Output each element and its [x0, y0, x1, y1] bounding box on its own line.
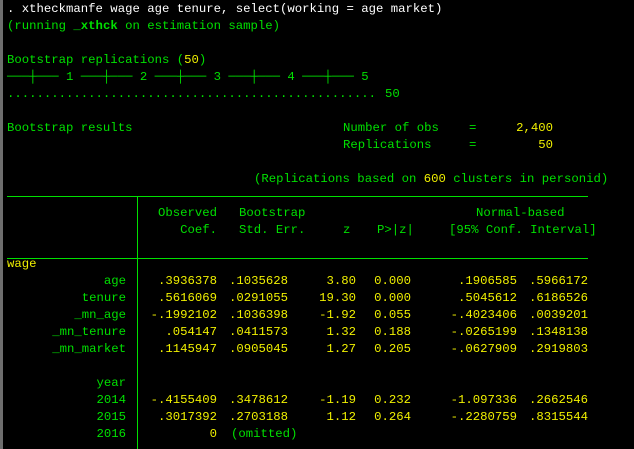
row-label: 2014	[96, 393, 126, 407]
nobs-label: Number of obs	[343, 121, 439, 135]
cell-hi: .6186526	[528, 291, 588, 305]
cell-p: 0.264	[374, 410, 411, 424]
table-top-rule	[7, 196, 588, 197]
cell-p: 0.000	[374, 291, 411, 305]
row-label: _mn_market	[52, 342, 126, 356]
row-label: tenure	[81, 291, 126, 305]
cell-p: 0.205	[374, 342, 411, 356]
reps-eq: =	[469, 138, 477, 152]
cell-hi: .1348138	[528, 325, 588, 339]
hdr-ci: [95% Conf. Interval]	[449, 223, 597, 237]
bootstrap-title-close: )	[198, 53, 207, 67]
hdr-observed: Observed	[157, 206, 217, 220]
running-note-post: on estimation sample)	[117, 19, 281, 33]
cell-p: 0.232	[374, 393, 411, 407]
hdr-normal-based: Normal-based	[476, 206, 565, 220]
cluster-note-pre: (Replications based on	[254, 172, 424, 186]
cell-hi: .8315544	[528, 410, 588, 424]
bootstrap-title-text: Bootstrap replications (	[7, 53, 185, 67]
cell-coef: 0	[209, 427, 217, 441]
hdr-p: P>|z|	[377, 223, 414, 237]
row-label: _mn_age	[74, 308, 126, 322]
row-label: _mn_tenure	[52, 325, 126, 339]
nobs-eq: =	[469, 121, 477, 135]
window-left-border	[0, 0, 3, 449]
cell-p: 0.188	[374, 325, 411, 339]
cell-hi: .2919803	[528, 342, 588, 356]
cluster-note-post: clusters in personid)	[445, 172, 609, 186]
row-label: age	[103, 274, 126, 288]
running-note-cmd: _xthck	[73, 19, 118, 33]
cell-p: 0.055	[374, 308, 411, 322]
results-title: Bootstrap results	[7, 121, 133, 135]
progress-ruler: ───┼─── 1 ───┼─── 2 ───┼─── 3 ───┼─── 4 …	[7, 70, 369, 84]
reps-label: Replications	[343, 138, 432, 152]
hdr-coef: Coef.	[180, 223, 217, 237]
cluster-count: 600	[423, 172, 446, 186]
progress-dots: ........................................…	[7, 87, 376, 101]
hdr-bootstrap: Bootstrap	[239, 206, 306, 220]
cluster-note: (Replications based on 600 clusters in p…	[254, 171, 608, 188]
bootstrap-title: Bootstrap replications (50)	[7, 52, 206, 69]
command-line: . xtheckmanfe wage age tenure, select(wo…	[7, 2, 443, 16]
cell-hi: .0039201	[528, 308, 588, 322]
equation-label: wage	[7, 257, 37, 271]
hdr-se: Std. Err.	[239, 223, 306, 237]
nobs-value: 2,400	[516, 121, 553, 135]
row-label: 2016	[96, 427, 126, 441]
reps-value: 50	[538, 138, 553, 152]
running-note-pre: (running	[7, 19, 74, 33]
factor-label: year	[96, 376, 126, 390]
cell-hi	[488, 426, 588, 443]
progress-count: 50	[385, 87, 400, 101]
running-note: (running _xthck on estimation sample)	[7, 18, 280, 35]
cell-hi: .5966172	[528, 274, 588, 288]
cell-p: 0.000	[374, 274, 411, 288]
bootstrap-reps: 50	[184, 53, 199, 67]
row-label: 2015	[96, 410, 126, 424]
cell-hi: .2662546	[528, 393, 588, 407]
cell-p	[311, 426, 411, 443]
hdr-z: z	[343, 223, 351, 237]
table-header-rule	[7, 258, 588, 259]
